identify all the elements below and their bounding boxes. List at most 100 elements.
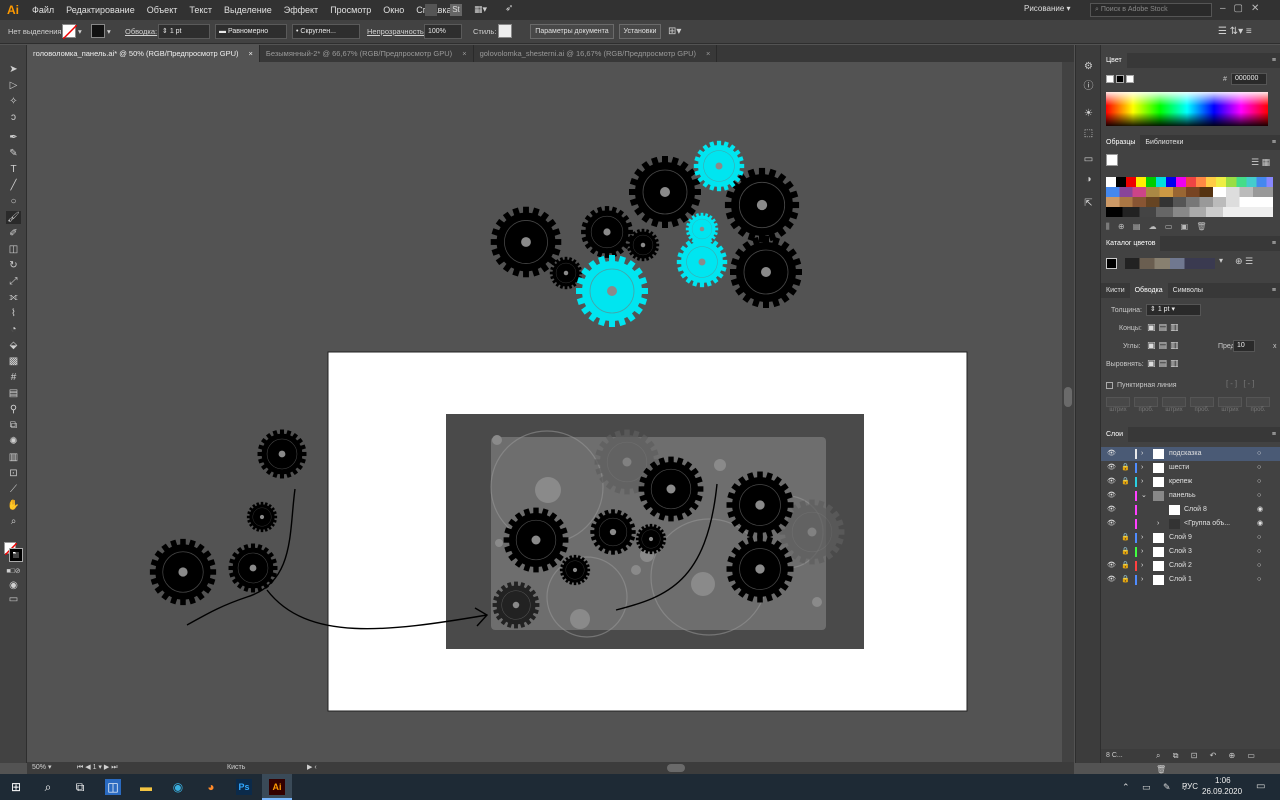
expand-chevron-icon[interactable]: › [1141, 475, 1143, 489]
black-mini-icon[interactable] [1116, 75, 1124, 83]
expand-chevron-icon[interactable]: › [1141, 573, 1143, 587]
visibility-eye-icon[interactable]: 👁 [1107, 573, 1116, 587]
line-tool-icon[interactable]: ╱ [6, 179, 21, 192]
appearance-icon[interactable]: ☀ [1082, 107, 1095, 120]
gradient-tool-icon[interactable]: ▤ [6, 387, 21, 400]
gradient-icon[interactable]: ▭ [1082, 153, 1095, 166]
stroke-color-icon[interactable] [9, 548, 23, 562]
dash-input[interactable] [1106, 397, 1130, 407]
blend-tool-icon[interactable]: ⧉ [6, 419, 21, 432]
layer-name[interactable]: панельь [1169, 489, 1196, 503]
transparency-icon[interactable]: ◑ [1082, 173, 1095, 186]
paintbrush-tool-icon[interactable]: 🖌 [6, 211, 21, 224]
canvas[interactable] [27, 62, 1074, 762]
workspace-switcher[interactable]: Рисование ▾ [1024, 4, 1071, 13]
lock-icon[interactable]: 🔒 [1121, 461, 1130, 475]
gap-input[interactable] [1246, 397, 1270, 407]
limit-input[interactable]: 10 [1233, 340, 1255, 352]
visibility-eye-icon[interactable]: 👁 [1107, 447, 1116, 461]
gear-top[interactable] [580, 205, 634, 259]
window-controls[interactable]: –▢✕ [1220, 3, 1274, 17]
lock-icon[interactable]: 🔒 [1121, 475, 1130, 489]
dash-input[interactable] [1218, 397, 1242, 407]
width-tool-icon[interactable]: ⟗ [6, 291, 21, 304]
layer-name[interactable]: Слой 9 [1169, 531, 1192, 545]
stock-icon[interactable]: St [450, 4, 462, 16]
visibility-eye-icon[interactable]: 👁 [1107, 461, 1116, 475]
menu-window[interactable]: Окно [377, 0, 410, 20]
stroke-panel-header[interactable]: Кисти Обводка Символы ≡ [1101, 283, 1280, 298]
layer-row[interactable]: 👁 Слой 8 ◉ [1101, 503, 1280, 517]
align-stroke-buttons[interactable]: ▣▤▥ [1147, 358, 1182, 369]
artboard-tool-icon[interactable]: ⊡ [6, 467, 21, 480]
illustrator-icon[interactable]: Ai [269, 779, 285, 795]
zoom-level[interactable]: 50% ▾ [32, 762, 51, 774]
fill-mini-icon[interactable] [1106, 75, 1114, 83]
gap-input[interactable] [1190, 397, 1214, 407]
gear-loose[interactable] [228, 543, 278, 593]
tab-golovolomka-panel[interactable]: головоломка_панель.ai* @ 50% (RGB/Предпр… [27, 45, 260, 62]
dash-input[interactable] [1162, 397, 1186, 407]
layer-actions[interactable]: ⌕ ⧉ ⊡ ↶ ⊕ ▭ 🗑 [1156, 749, 1280, 777]
hscroll-thumb[interactable] [667, 764, 685, 772]
opacity-label[interactable]: Непрозрачность: [367, 25, 426, 39]
menu-type[interactable]: Текст [183, 0, 218, 20]
eyedropper-icon[interactable]: ⚲ [6, 403, 21, 416]
status-arrow-icon[interactable]: ▶ ‹ [307, 762, 317, 774]
fill-swatch[interactable] [62, 24, 78, 40]
stroke-dropdown-icon[interactable]: ▾ [107, 25, 111, 39]
gear-cyan[interactable] [685, 212, 719, 246]
layer-row[interactable]: 👁 ⌄ панельь ○ [1101, 489, 1280, 503]
target-circle-icon[interactable]: ○ [1257, 559, 1261, 573]
bridge-icon[interactable] [425, 4, 437, 16]
pen-tool-icon[interactable]: ✒ [6, 131, 21, 144]
layer-name[interactable]: <Группа объ... [1184, 517, 1230, 531]
eraser-tool-icon[interactable]: ◫ [6, 243, 21, 256]
target-circle-icon[interactable]: ◉ [1257, 503, 1263, 517]
zoom-tool-icon[interactable]: ⌕ [6, 515, 21, 528]
corner-buttons[interactable]: ▣▤▥ [1147, 340, 1182, 351]
shaper-tool-icon[interactable]: ✐ [6, 227, 21, 240]
export-icon[interactable]: ⇱ [1082, 197, 1095, 210]
scroll-thumb[interactable] [1064, 387, 1072, 407]
visibility-eye-icon[interactable]: 👁 [1107, 475, 1116, 489]
gear-loose[interactable] [149, 538, 217, 606]
stroke-swatch[interactable] [91, 24, 105, 38]
properties-icon[interactable]: ⚙ [1082, 60, 1095, 73]
vertical-scrollbar[interactable] [1062, 62, 1074, 762]
layer-name[interactable]: крепеж [1169, 475, 1192, 489]
stroke-weight-input[interactable]: ⇕ 1 pt [158, 24, 210, 39]
shape-builder-icon[interactable]: ◔ [6, 323, 21, 336]
libraries-icon[interactable]: ⬚ [1082, 127, 1095, 140]
target-circle-icon[interactable]: ○ [1257, 475, 1261, 489]
layer-name[interactable]: шести [1169, 461, 1189, 475]
menu-select[interactable]: Выделение [218, 0, 278, 20]
target-circle-icon[interactable]: ○ [1257, 545, 1261, 559]
cap-buttons[interactable]: ▣▤▥ [1147, 322, 1182, 333]
visibility-eye-icon[interactable]: 👁 [1107, 517, 1116, 531]
rotate-tool-icon[interactable]: ↻ [6, 259, 21, 272]
slice-tool-icon[interactable]: ⟋ [6, 483, 21, 496]
guide-harmony-strip[interactable] [1125, 258, 1215, 269]
target-circle-icon[interactable]: ○ [1257, 531, 1261, 545]
fill-dropdown-icon[interactable]: ▾ [78, 25, 82, 39]
menu-view[interactable]: Просмотр [324, 0, 377, 20]
screen-mode-icon[interactable]: ▭ [6, 593, 21, 606]
dashed-checkbox[interactable] [1106, 382, 1113, 389]
guide-base-color[interactable] [1106, 258, 1117, 269]
magic-wand-icon[interactable]: ✧ [6, 95, 21, 108]
document-setup-button[interactable]: Параметры документа [530, 24, 614, 39]
layer-row[interactable]: 🔒 › Слой 3 ○ [1101, 545, 1280, 559]
style-swatch[interactable] [498, 24, 512, 38]
mesh-tool-icon[interactable]: # [6, 371, 21, 384]
swatches-panel-header[interactable]: Образцы Библиотеки ≡ [1101, 135, 1280, 150]
swatch-grid[interactable] [1106, 177, 1273, 217]
selection-tool-icon[interactable]: ➤ [6, 63, 21, 76]
expand-chevron-icon[interactable]: › [1141, 559, 1143, 573]
lock-icon[interactable]: 🔒 [1121, 573, 1130, 587]
gear-cyan[interactable] [575, 254, 649, 328]
lock-icon[interactable]: 🔒 [1121, 531, 1130, 545]
layer-row[interactable]: 👁 🔒 › Слой 1 ○ [1101, 573, 1280, 587]
ellipse-tool-icon[interactable]: ○ [6, 195, 21, 208]
lock-icon[interactable]: 🔒 [1121, 545, 1130, 559]
